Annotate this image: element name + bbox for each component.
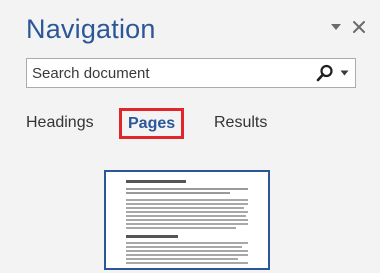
chevron-down-icon (340, 70, 349, 76)
pane-controls (330, 20, 366, 34)
chevron-down-icon (331, 24, 341, 30)
pane-title: Navigation (26, 14, 156, 44)
tab-results[interactable]: Results (214, 114, 267, 132)
pane-options-button[interactable] (330, 23, 342, 31)
tab-pages[interactable]: Pages (119, 108, 185, 139)
tab-headings[interactable]: Headings (26, 114, 94, 132)
close-pane-button[interactable] (352, 20, 366, 34)
search-options-button[interactable] (340, 70, 349, 76)
navigation-pane: Navigation Search document Headings Page… (0, 0, 380, 270)
close-icon (353, 21, 365, 33)
search-box (26, 58, 356, 88)
page-thumbnail-preview (126, 180, 248, 264)
search-input[interactable] (27, 59, 297, 87)
search-icon (316, 64, 333, 82)
search-button[interactable] (316, 64, 334, 82)
search-actions (316, 64, 349, 82)
page-thumbnail[interactable] (104, 170, 270, 270)
